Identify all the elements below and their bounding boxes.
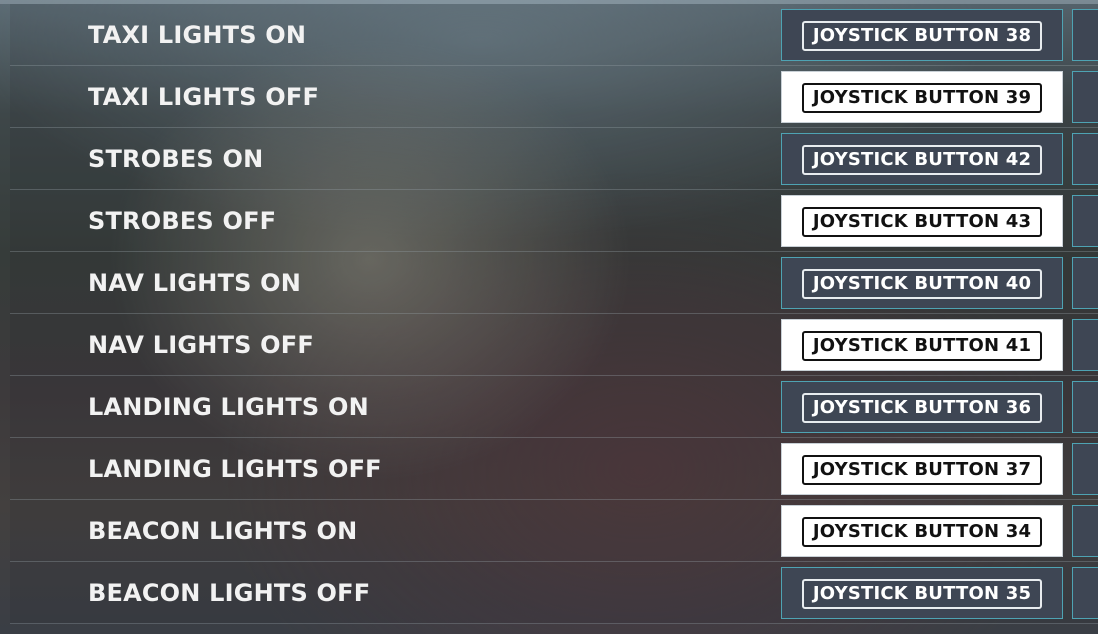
binding-row-nav-lights-off[interactable]: NAV LIGHTS OFF JOYSTICK BUTTON 41 bbox=[10, 314, 1098, 376]
secondary-binding-slot[interactable] bbox=[1072, 319, 1098, 371]
binding-row-landing-lights-off[interactable]: LANDING LIGHTS OFF JOYSTICK BUTTON 37 bbox=[10, 438, 1098, 500]
action-label: TAXI LIGHTS OFF bbox=[88, 83, 320, 111]
action-label: STROBES OFF bbox=[88, 207, 277, 235]
primary-binding-slot[interactable]: JOYSTICK BUTTON 39 bbox=[781, 71, 1063, 123]
action-label: LANDING LIGHTS ON bbox=[88, 393, 369, 421]
primary-binding-slot[interactable]: JOYSTICK BUTTON 35 bbox=[781, 567, 1063, 619]
primary-binding-slot[interactable]: JOYSTICK BUTTON 36 bbox=[781, 381, 1063, 433]
secondary-binding-slot[interactable] bbox=[1072, 9, 1098, 61]
binding-row-strobes-off[interactable]: STROBES OFF JOYSTICK BUTTON 43 bbox=[10, 190, 1098, 252]
key-chip: JOYSTICK BUTTON 40 bbox=[802, 269, 1042, 299]
binding-row-strobes-on[interactable]: STROBES ON JOYSTICK BUTTON 42 bbox=[10, 128, 1098, 190]
key-chip: JOYSTICK BUTTON 38 bbox=[802, 21, 1042, 51]
key-chip: JOYSTICK BUTTON 37 bbox=[802, 455, 1042, 485]
action-label: NAV LIGHTS ON bbox=[88, 269, 302, 297]
primary-binding-slot[interactable]: JOYSTICK BUTTON 34 bbox=[781, 505, 1063, 557]
binding-row-beacon-lights-off[interactable]: BEACON LIGHTS OFF JOYSTICK BUTTON 35 bbox=[10, 562, 1098, 624]
controls-binding-list: TAXI LIGHTS ON JOYSTICK BUTTON 38 TAXI L… bbox=[10, 4, 1098, 624]
binding-row-nav-lights-on[interactable]: NAV LIGHTS ON JOYSTICK BUTTON 40 bbox=[10, 252, 1098, 314]
primary-binding-slot[interactable]: JOYSTICK BUTTON 40 bbox=[781, 257, 1063, 309]
primary-binding-slot[interactable]: JOYSTICK BUTTON 38 bbox=[781, 9, 1063, 61]
binding-row-taxi-lights-off[interactable]: TAXI LIGHTS OFF JOYSTICK BUTTON 39 bbox=[10, 66, 1098, 128]
binding-row-beacon-lights-on[interactable]: BEACON LIGHTS ON JOYSTICK BUTTON 34 bbox=[10, 500, 1098, 562]
secondary-binding-slot[interactable] bbox=[1072, 71, 1098, 123]
secondary-binding-slot[interactable] bbox=[1072, 133, 1098, 185]
secondary-binding-slot[interactable] bbox=[1072, 443, 1098, 495]
key-chip: JOYSTICK BUTTON 34 bbox=[802, 517, 1042, 547]
key-chip: JOYSTICK BUTTON 39 bbox=[802, 83, 1042, 113]
action-label: NAV LIGHTS OFF bbox=[88, 331, 314, 359]
primary-binding-slot[interactable]: JOYSTICK BUTTON 41 bbox=[781, 319, 1063, 371]
key-chip: JOYSTICK BUTTON 43 bbox=[802, 207, 1042, 237]
secondary-binding-slot[interactable] bbox=[1072, 505, 1098, 557]
key-chip: JOYSTICK BUTTON 36 bbox=[802, 393, 1042, 423]
action-label: BEACON LIGHTS OFF bbox=[88, 579, 371, 607]
secondary-binding-slot[interactable] bbox=[1072, 257, 1098, 309]
action-label: BEACON LIGHTS ON bbox=[88, 517, 358, 545]
key-chip: JOYSTICK BUTTON 41 bbox=[802, 331, 1042, 361]
secondary-binding-slot[interactable] bbox=[1072, 195, 1098, 247]
secondary-binding-slot[interactable] bbox=[1072, 381, 1098, 433]
primary-binding-slot[interactable]: JOYSTICK BUTTON 37 bbox=[781, 443, 1063, 495]
primary-binding-slot[interactable]: JOYSTICK BUTTON 43 bbox=[781, 195, 1063, 247]
action-label: STROBES ON bbox=[88, 145, 264, 173]
key-chip: JOYSTICK BUTTON 35 bbox=[802, 579, 1042, 609]
binding-row-landing-lights-on[interactable]: LANDING LIGHTS ON JOYSTICK BUTTON 36 bbox=[10, 376, 1098, 438]
key-chip: JOYSTICK BUTTON 42 bbox=[802, 145, 1042, 175]
action-label: LANDING LIGHTS OFF bbox=[88, 455, 382, 483]
binding-row-taxi-lights-on[interactable]: TAXI LIGHTS ON JOYSTICK BUTTON 38 bbox=[10, 4, 1098, 66]
primary-binding-slot[interactable]: JOYSTICK BUTTON 42 bbox=[781, 133, 1063, 185]
secondary-binding-slot[interactable] bbox=[1072, 567, 1098, 619]
action-label: TAXI LIGHTS ON bbox=[88, 21, 307, 49]
